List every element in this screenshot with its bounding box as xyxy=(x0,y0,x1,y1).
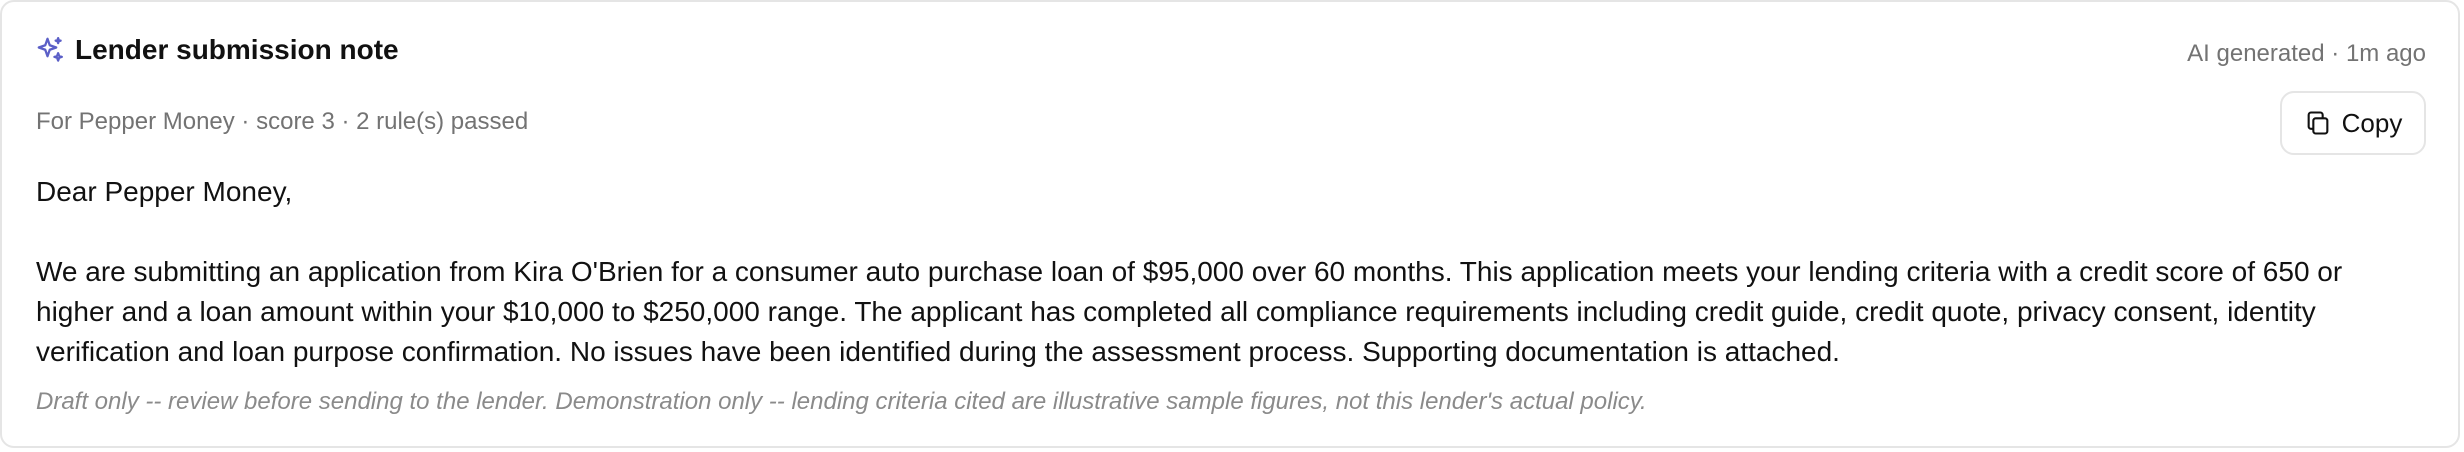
sparkle-icon xyxy=(37,37,63,62)
generation-meta: AI generated · 1m ago xyxy=(2187,40,2426,67)
note-greeting: Dear Pepper Money, xyxy=(36,176,293,207)
copy-icon xyxy=(2307,111,2329,135)
draft-disclaimer: Draft only -- review before sending to t… xyxy=(36,388,1647,415)
lender-summary: For Pepper Money · score 3 · 2 rule(s) p… xyxy=(36,108,529,135)
lender-note-card: Lender submission note AI generated · 1m… xyxy=(0,0,2460,448)
card-title: Lender submission note xyxy=(75,34,399,65)
card-header: Lender submission note xyxy=(35,34,399,66)
note-paragraph: We are submitting an application from Ki… xyxy=(36,256,2343,367)
note-body: Dear Pepper Money, We are submitting an … xyxy=(36,172,2424,372)
copy-button-label: Copy xyxy=(2341,107,2403,138)
copy-button[interactable]: Copy xyxy=(2280,91,2426,155)
